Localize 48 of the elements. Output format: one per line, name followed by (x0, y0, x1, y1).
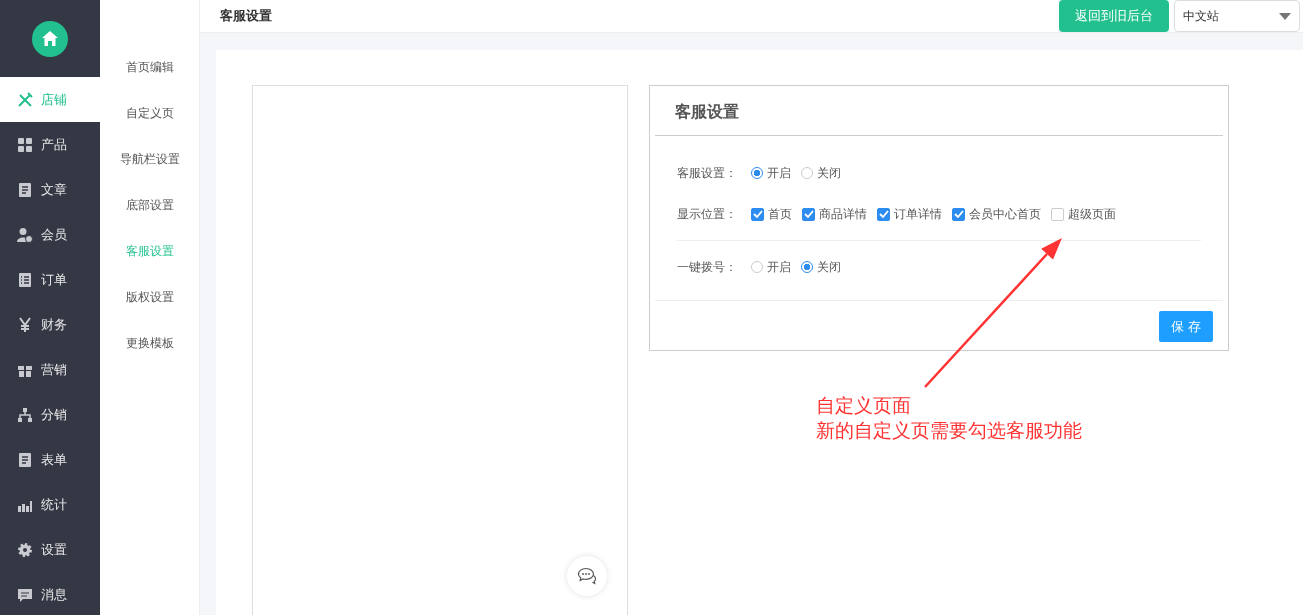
settings-icon (17, 541, 33, 558)
dropdown-caret-icon (1279, 12, 1291, 20)
tools-icon (17, 91, 33, 108)
form-label: 一键拨号： (677, 258, 738, 276)
checkbox-option[interactable]: 首页 (751, 205, 792, 223)
radio-option[interactable]: 关闭 (801, 164, 841, 182)
chat-bubble-icon (577, 567, 597, 585)
checkbox-option[interactable]: 商品详情 (802, 205, 867, 223)
annotation-text: 自定义页面 (816, 394, 912, 418)
page-title: 客服设置 (220, 7, 272, 25)
form-label: 客服设置： (677, 164, 738, 182)
document-icon (17, 451, 33, 468)
annotation-text: 新的自定义页需要勾选客服功能 (816, 419, 1082, 443)
yen-icon (17, 316, 33, 333)
nav-item[interactable]: 营销 (0, 347, 100, 392)
card-title: 客服设置 (655, 86, 1223, 136)
message-icon (17, 586, 33, 603)
nav-item[interactable]: 表单 (0, 437, 100, 482)
submenu-item[interactable]: 更换模板 (100, 320, 199, 366)
nav-item[interactable]: 分销 (0, 392, 100, 437)
nav-item[interactable]: 产品 (0, 122, 100, 167)
submenu-item[interactable]: 底部设置 (100, 182, 199, 228)
chat-button[interactable] (567, 556, 607, 596)
site-select[interactable]: 中文站 (1174, 0, 1300, 32)
nav-item[interactable]: 消息 (0, 572, 100, 615)
nav-item[interactable]: 财务 (0, 302, 100, 347)
hierarchy-icon (17, 406, 33, 423)
submenu-item[interactable]: 版权设置 (100, 274, 199, 320)
nav-item[interactable]: 会员 (0, 212, 100, 257)
nav-item[interactable]: 文章 (0, 167, 100, 212)
nav-item[interactable]: 设置 (0, 527, 100, 572)
submenu-item[interactable]: 首页编辑 (100, 44, 199, 90)
nav-item[interactable]: 订单 (0, 257, 100, 302)
radio-option[interactable]: 开启 (751, 164, 791, 182)
nav-item[interactable]: 统计 (0, 482, 100, 527)
grid-icon (17, 136, 33, 153)
list-icon (17, 271, 33, 288)
home-icon[interactable] (32, 20, 68, 57)
checkbox-option[interactable]: 订单详情 (877, 205, 942, 223)
document-icon (17, 181, 33, 198)
submenu-item[interactable]: 导航栏设置 (100, 136, 199, 182)
checkbox-option[interactable]: 超级页面 (1051, 205, 1116, 223)
radio-option[interactable]: 关闭 (801, 258, 841, 276)
user-icon (17, 226, 33, 243)
checkbox-option[interactable]: 会员中心首页 (952, 205, 1041, 223)
form-label: 显示位置： (677, 205, 738, 223)
submenu-item[interactable]: 自定义页 (100, 90, 199, 136)
radio-option[interactable]: 开启 (751, 258, 791, 276)
